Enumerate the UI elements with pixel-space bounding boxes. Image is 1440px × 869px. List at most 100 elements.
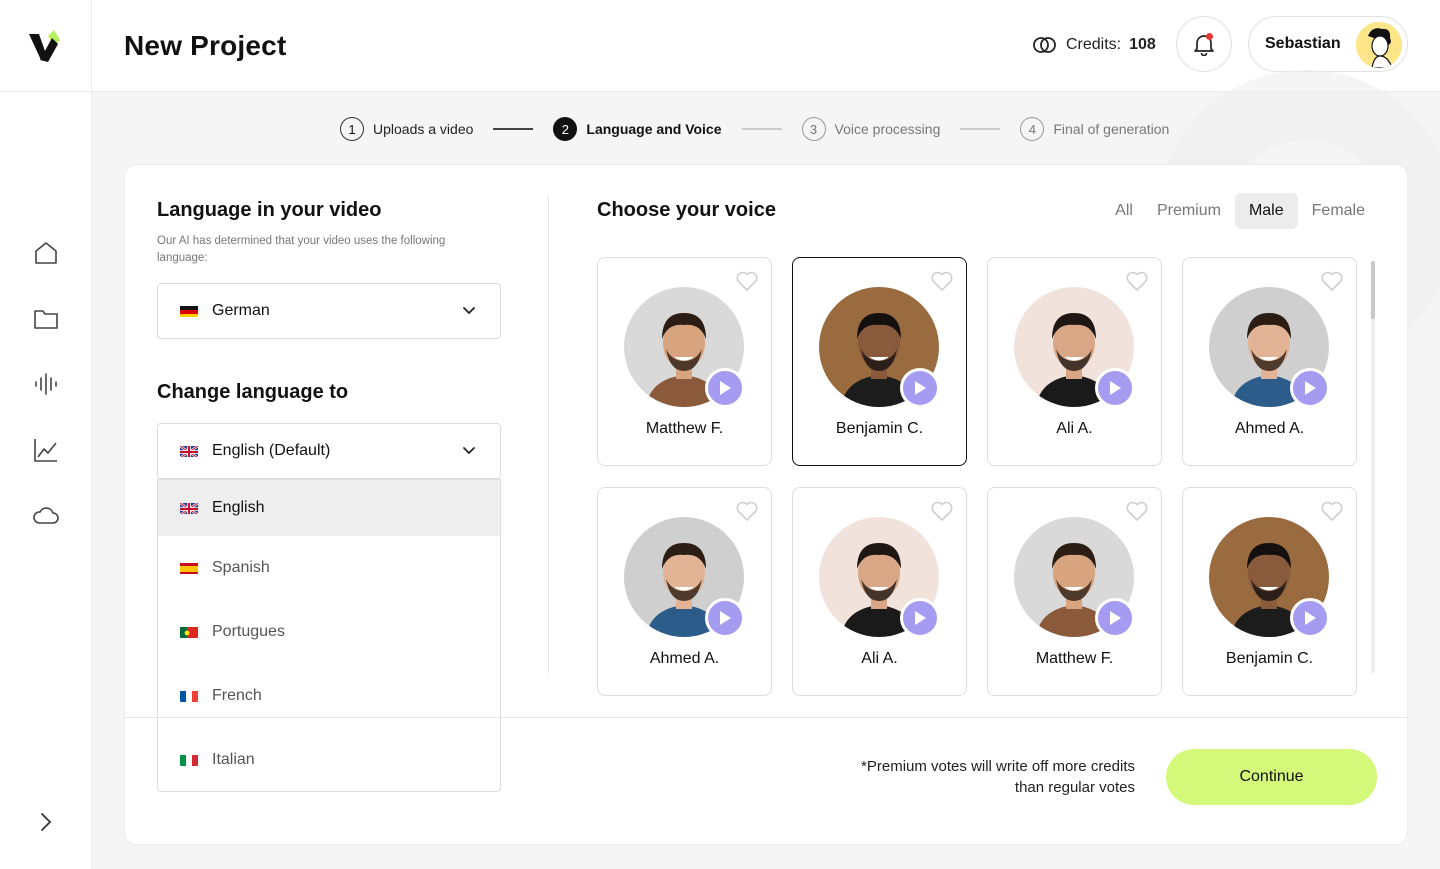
step-connector: [741, 128, 782, 130]
step-language-voice: 2 Language and Voice: [553, 117, 722, 141]
voice-card[interactable]: Matthew F.: [987, 487, 1162, 696]
chevron-down-icon: [463, 447, 475, 455]
sidebar-item-cloud[interactable]: [30, 500, 62, 532]
avatar: [1356, 22, 1402, 68]
language-option-label: Spanish: [212, 559, 270, 576]
language-option-italian[interactable]: Italian: [158, 728, 500, 791]
language-dropdown-menu: English Spanish Portugues French Italian: [157, 479, 501, 792]
portugal-flag-icon: [180, 626, 198, 638]
play-icon: [915, 381, 926, 395]
uk-flag-icon: [180, 445, 198, 457]
voice-card[interactable]: Benjamin C.: [1182, 487, 1357, 696]
step-label: Voice processing: [834, 121, 941, 137]
voice-filter-tabs: All Premium Male Female: [1105, 193, 1375, 229]
note-line-2: than regular votes: [1014, 779, 1135, 796]
filter-premium[interactable]: Premium: [1147, 193, 1231, 229]
credits-display: Credits: 108: [1032, 36, 1156, 54]
play-voice-button[interactable]: [1095, 368, 1135, 408]
step-number: 4: [1020, 117, 1045, 141]
voice-name: Matthew F.: [645, 420, 724, 437]
language-section-title: Language in your video: [157, 199, 382, 221]
target-language-select[interactable]: English (Default): [157, 423, 501, 479]
language-option-label: Italian: [212, 751, 255, 768]
filter-female[interactable]: Female: [1302, 193, 1375, 229]
heart-icon[interactable]: [735, 270, 759, 292]
play-voice-button[interactable]: [900, 598, 940, 638]
notifications-button[interactable]: [1176, 16, 1232, 72]
heart-icon[interactable]: [1125, 270, 1149, 292]
audio-waveform-icon: [35, 373, 57, 395]
language-option-label: French: [212, 687, 262, 704]
detected-language-select[interactable]: German: [157, 283, 501, 339]
voice-card[interactable]: Ahmed A.: [597, 487, 772, 696]
voice-card[interactable]: Benjamin C.: [792, 257, 967, 466]
user-menu[interactable]: Sebastian: [1248, 16, 1408, 72]
language-option-label: Portugues: [212, 623, 285, 640]
language-option-portugues[interactable]: Portugues: [158, 600, 500, 664]
step-upload: 1 Uploads a video: [340, 117, 473, 141]
heart-icon[interactable]: [930, 500, 954, 522]
voice-name: Ali A.: [1056, 420, 1093, 437]
heart-icon[interactable]: [930, 270, 954, 292]
step-connector: [960, 128, 1001, 130]
main-card: Language in your video Our AI has determ…: [124, 164, 1409, 845]
language-option-spanish[interactable]: Spanish: [158, 536, 500, 600]
credits-label: Credits:: [1066, 36, 1122, 53]
play-voice-button[interactable]: [705, 598, 745, 638]
sidebar: [0, 0, 92, 869]
play-icon: [720, 611, 731, 625]
filter-male[interactable]: Male: [1234, 193, 1298, 229]
voice-grid-scrollbar[interactable]: [1371, 261, 1375, 673]
credits-value: 108: [1129, 36, 1156, 53]
sidebar-expand-button[interactable]: [34, 808, 58, 836]
voice-name: Benjamin C.: [1225, 650, 1314, 667]
filter-all[interactable]: All: [1105, 193, 1143, 229]
sidebar-item-home[interactable]: [30, 237, 62, 269]
step-label: Language and Voice: [586, 121, 722, 137]
heart-icon[interactable]: [1320, 270, 1344, 292]
play-voice-button[interactable]: [1290, 598, 1330, 638]
voice-section-title: Choose your voice: [597, 199, 776, 221]
sidebar-item-projects[interactable]: [30, 303, 62, 335]
voice-name: Ali A.: [861, 650, 898, 667]
step-number: 2: [553, 117, 578, 141]
heart-icon[interactable]: [1125, 500, 1149, 522]
column-divider: [548, 197, 549, 673]
sidebar-item-audio[interactable]: [30, 368, 62, 400]
play-voice-button[interactable]: [1290, 368, 1330, 408]
play-voice-button[interactable]: [705, 368, 745, 408]
step-voice-processing: 3 Voice processing: [801, 117, 941, 141]
sidebar-item-analytics[interactable]: [30, 434, 62, 466]
heart-icon[interactable]: [735, 500, 759, 522]
continue-button[interactable]: Continue: [1166, 749, 1377, 805]
voice-card[interactable]: Matthew F.: [597, 257, 772, 466]
germany-flag-icon: [180, 305, 198, 317]
play-voice-button[interactable]: [900, 368, 940, 408]
scrollbar-thumb[interactable]: [1371, 261, 1375, 319]
top-header: New Project Credits: 108 Sebastian: [92, 0, 1440, 92]
analytics-chart-icon: [34, 439, 57, 462]
play-voice-button[interactable]: [1095, 598, 1135, 638]
language-option-french[interactable]: French: [158, 664, 500, 728]
uk-flag-icon: [180, 502, 198, 514]
user-name: Sebastian: [1265, 35, 1341, 52]
voice-card[interactable]: Ali A.: [987, 257, 1162, 466]
france-flag-icon: [180, 690, 198, 702]
cloud-icon: [33, 507, 59, 524]
chevron-down-icon: [463, 307, 475, 315]
logo-icon: [29, 29, 60, 62]
folder-icon: [34, 310, 58, 329]
voice-card[interactable]: Ahmed A.: [1182, 257, 1357, 466]
voice-card[interactable]: Ali A.: [792, 487, 967, 696]
user-avatar-illustration: [1356, 22, 1402, 68]
home-icon: [35, 242, 57, 264]
play-icon: [720, 381, 731, 395]
heart-icon[interactable]: [1320, 500, 1344, 522]
step-label: Final of generation: [1053, 121, 1170, 137]
language-option-english[interactable]: English: [158, 480, 500, 536]
step-label: Uploads a video: [373, 121, 474, 137]
detected-language-value: German: [212, 302, 270, 319]
app-logo[interactable]: [0, 0, 92, 92]
play-icon: [1110, 611, 1121, 625]
target-language-value: English (Default): [212, 442, 331, 459]
